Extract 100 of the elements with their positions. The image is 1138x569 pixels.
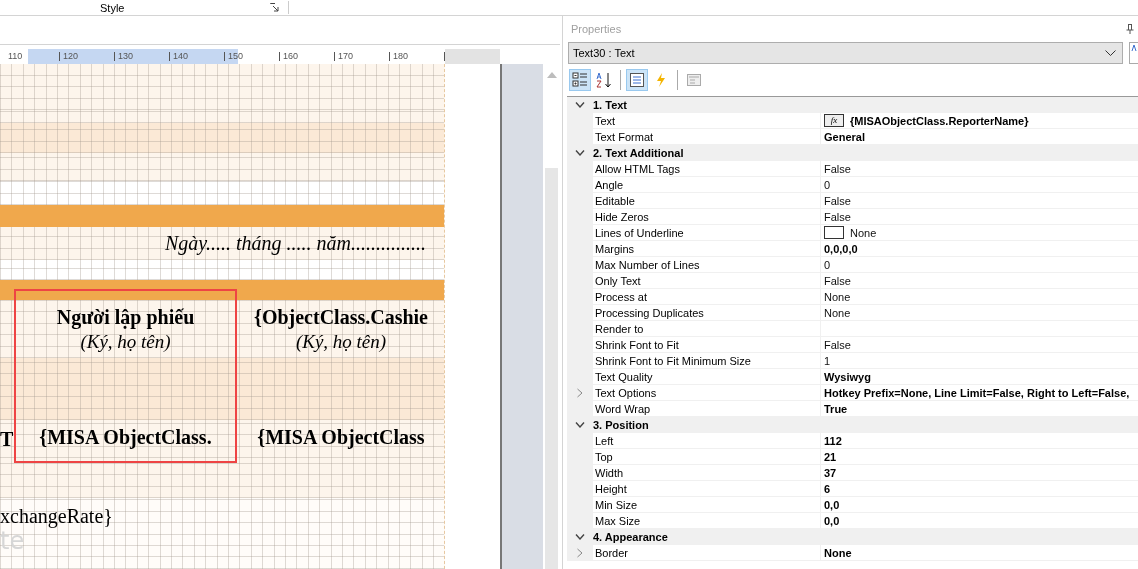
property-value-cell[interactable]: False <box>821 209 1138 224</box>
property-name: Max Size <box>593 513 821 528</box>
property-value: 0 <box>824 178 831 191</box>
property-name: Shrink Font to Fit Minimum Size <box>593 353 821 368</box>
property-value: False <box>824 274 851 287</box>
property-value: None <box>850 226 877 239</box>
property-value: None <box>824 306 851 319</box>
field-text: xchangeRate} <box>0 504 114 528</box>
property-value: False <box>824 162 851 175</box>
property-value: False <box>824 338 851 351</box>
property-name: Process at <box>593 289 821 304</box>
property-value-cell[interactable]: 0,0,0,0 <box>821 241 1138 256</box>
property-name: Angle <box>593 177 821 192</box>
signature-title: Người lập phiếu <box>56 305 195 329</box>
property-name: Only Text <box>593 273 821 288</box>
property-value: 0,0 <box>824 514 840 527</box>
property-value: 0 <box>824 258 831 271</box>
property-value: 1 <box>824 354 831 367</box>
property-value-cell[interactable]: 37 <box>821 465 1138 480</box>
scrollbar-track[interactable] <box>545 168 558 569</box>
property-name: Editable <box>593 193 821 208</box>
property-value-cell[interactable]: General <box>821 129 1138 144</box>
property-value: None <box>824 290 851 303</box>
category-header[interactable]: 3. Position <box>567 417 1138 433</box>
signature-title: {ObjectClass.Cashie <box>254 305 428 329</box>
ruler-number: 130 <box>115 52 170 61</box>
property-value-cell[interactable]: None <box>821 305 1138 320</box>
ruler-number: 110 <box>5 52 60 61</box>
property-value-cell[interactable]: 0,0 <box>821 497 1138 512</box>
property-value: 37 <box>824 466 837 479</box>
category-header[interactable]: 2. Text Additional <box>567 145 1138 161</box>
property-name: Left <box>593 433 821 448</box>
chevron-right-icon[interactable] <box>577 547 583 558</box>
category-name: 2. Text Additional <box>593 147 684 159</box>
scroll-up-icon[interactable] <box>546 72 557 78</box>
category-header[interactable]: 1. Text <box>567 97 1138 113</box>
property-value-cell[interactable]: False <box>821 273 1138 288</box>
categorized-list-icon <box>572 72 588 88</box>
property-value-cell[interactable]: 1 <box>821 353 1138 368</box>
property-name: Border <box>593 545 821 560</box>
category-header[interactable]: 4. Appearance <box>567 529 1138 545</box>
property-value-cell[interactable]: Wysiwyg <box>821 369 1138 384</box>
property-name: Width <box>593 465 821 480</box>
property-name: Word Wrap <box>593 401 821 416</box>
property-name: Render to <box>593 321 821 336</box>
property-value: 112 <box>824 434 842 447</box>
dialog-launcher-icon[interactable] <box>270 3 280 12</box>
list-icon <box>629 72 645 88</box>
property-name: Top <box>593 449 821 464</box>
property-name: Text Options <box>593 385 821 400</box>
sort-az-icon <box>596 72 612 88</box>
property-value-cell[interactable]: 112 <box>821 433 1138 448</box>
property-value: 21 <box>824 450 837 463</box>
field-text: T <box>0 427 14 451</box>
property-name: Processing Duplicates <box>593 305 821 320</box>
chevron-right-icon[interactable] <box>577 387 583 398</box>
property-name: Lines of Underline <box>593 225 821 240</box>
property-value-cell[interactable]: 21 <box>821 449 1138 464</box>
property-value: True <box>824 402 848 415</box>
property-value-cell[interactable]: False <box>821 161 1138 176</box>
field-text: {MISA ObjectClass <box>257 425 425 449</box>
property-value-cell[interactable]: 0,0 <box>821 513 1138 528</box>
ruler-number: 170 <box>335 52 390 61</box>
property-name: Text Format <box>593 129 821 144</box>
property-value: 0,0,0,0 <box>824 242 858 255</box>
properties-view-button[interactable] <box>626 69 648 91</box>
object-selector[interactable]: Text30 : Text <box>568 42 1123 64</box>
property-value-cell[interactable]: None <box>821 225 1138 240</box>
ruler-number: 160 <box>280 52 335 61</box>
pin-icon[interactable] <box>1126 24 1134 34</box>
category-name: 1. Text <box>593 99 628 111</box>
property-value-cell[interactable]: Hotkey Prefix=None, Line Limit=False, Right to Left=False, <box>821 385 1138 400</box>
property-value: False <box>824 210 851 223</box>
property-value: Wysiwyg <box>824 370 871 383</box>
property-value-cell[interactable]: True <box>821 401 1138 416</box>
expression-button[interactable]: fx <box>824 114 844 127</box>
property-name: Text <box>593 113 821 128</box>
property-name: Margins <box>593 241 821 256</box>
chevron-down-icon <box>1105 50 1116 56</box>
category-name: 4. Appearance <box>593 531 668 543</box>
property-value-cell[interactable]: 0 <box>821 257 1138 272</box>
property-value-cell[interactable]: False <box>821 337 1138 352</box>
ruler-number: 140 <box>170 52 225 61</box>
sort-icon[interactable] <box>1129 42 1138 64</box>
scrollbar-track[interactable] <box>500 64 543 569</box>
window-icon <box>686 72 702 88</box>
property-value-cell[interactable]: 0 <box>821 177 1138 192</box>
property-value-cell[interactable]: None <box>821 289 1138 304</box>
category-name: 3. Position <box>593 419 649 431</box>
categorized-view-button[interactable] <box>569 69 591 91</box>
property-value: {MISAObjectClass.ReporterName} <box>850 114 1029 127</box>
ruler-number: 150 <box>225 52 280 61</box>
property-value-cell[interactable]: 6 <box>821 481 1138 496</box>
property-value-cell[interactable]: False <box>821 193 1138 208</box>
property-name: Min Size <box>593 497 821 512</box>
property-name: Max Number of Lines <box>593 257 821 272</box>
property-name: Hide Zeros <box>593 209 821 224</box>
panel-title: Properties <box>571 23 622 35</box>
property-value-cell[interactable]: None <box>821 545 1138 560</box>
property-value-cell[interactable]: fx {MISAObjectClass.ReporterName} <box>821 113 1138 128</box>
